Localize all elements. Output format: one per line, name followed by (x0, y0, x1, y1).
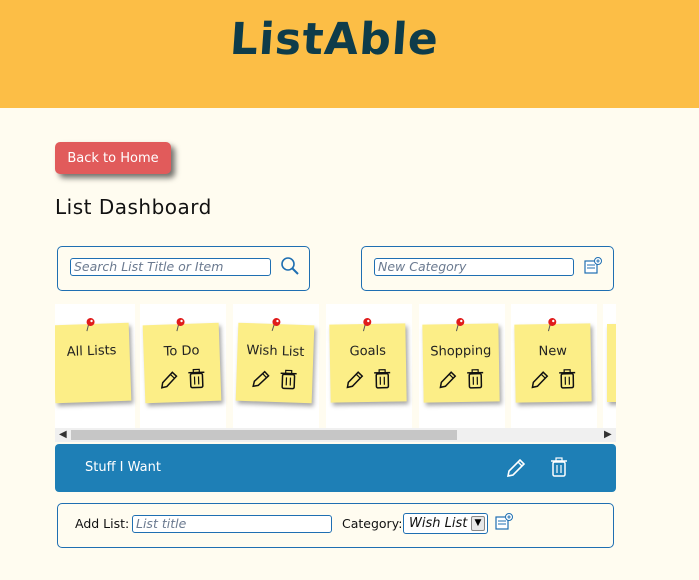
category-select-value: Wish List (409, 516, 468, 531)
edit-pencil-icon[interactable] (250, 367, 271, 390)
trash-icon[interactable] (549, 456, 569, 478)
category-actions (250, 367, 301, 391)
category-select-label: Category: (342, 516, 403, 531)
category-slot: Goals (326, 304, 412, 428)
pin-icon (362, 318, 372, 332)
add-list-label: Add List: (75, 516, 130, 531)
category-note-shopping[interactable]: Shopping (422, 318, 500, 403)
list-title: Stuff I Want (85, 460, 161, 475)
new-category-input[interactable]: New Category (374, 258, 574, 276)
chevron-down-icon[interactable]: ▼ (471, 516, 485, 531)
category-slot: New (511, 304, 597, 428)
list-title-input[interactable]: List title (132, 515, 332, 533)
trash-icon[interactable] (186, 367, 207, 390)
add-category-icon[interactable] (583, 256, 603, 276)
back-to-home-button[interactable]: Back to Home (55, 142, 171, 174)
add-list-panel: Add List: List title Category: Wish List… (57, 503, 614, 548)
edit-pencil-icon[interactable] (529, 368, 549, 390)
category-slot (603, 304, 616, 428)
add-list-icon[interactable] (494, 512, 514, 532)
category-label: All Lists (66, 343, 117, 360)
horizontal-scrollbar[interactable]: ◀ ▶ (55, 428, 616, 442)
category-slot: All Lists (55, 304, 135, 428)
category-note-new[interactable]: New (514, 318, 592, 403)
scroll-right-icon[interactable]: ▶ (604, 429, 612, 441)
category-label: Wish List (246, 342, 305, 361)
pin-icon (455, 318, 465, 332)
category-label: Goals (349, 343, 387, 360)
app-header: ListAble (0, 0, 699, 108)
trash-icon[interactable] (372, 368, 392, 390)
search-input[interactable]: Search List Title or Item (70, 258, 271, 276)
category-note-to-do[interactable]: To Do (142, 318, 222, 404)
category-actions (437, 368, 487, 391)
category-slot: Shopping (419, 304, 505, 428)
trash-icon[interactable] (465, 368, 485, 390)
trash-icon[interactable] (557, 368, 577, 390)
edit-pencil-icon[interactable] (437, 368, 457, 390)
category-note-wish-list[interactable]: Wish List (235, 318, 315, 404)
category-note-partial[interactable] (607, 324, 616, 402)
scrollbar-thumb[interactable] (71, 430, 457, 440)
new-category-panel: New Category (361, 246, 614, 291)
pin-icon (86, 318, 95, 332)
edit-pencil-icon[interactable] (505, 456, 527, 478)
category-label: To Do (163, 343, 200, 360)
pin-icon (547, 318, 557, 332)
category-slot: Wish List (233, 304, 319, 428)
search-icon[interactable] (280, 256, 300, 276)
pin-icon (271, 318, 281, 332)
edit-pencil-icon[interactable] (158, 368, 179, 391)
category-select[interactable]: Wish List ▼ (403, 513, 488, 534)
page-title: List Dashboard (55, 195, 212, 219)
category-scroller[interactable]: All Lists To Do Wish List Goals Shopping… (55, 304, 616, 442)
category-label: Shopping (430, 343, 492, 360)
pin-icon (176, 318, 185, 332)
category-actions (158, 367, 209, 391)
app-title: ListAble (228, 14, 441, 65)
category-actions (344, 368, 394, 391)
scroll-left-icon[interactable]: ◀ (59, 429, 67, 441)
list-row[interactable]: Stuff I Want (55, 444, 616, 492)
search-panel: Search List Title or Item (57, 246, 310, 291)
edit-pencil-icon[interactable] (344, 368, 364, 390)
trash-icon[interactable] (278, 368, 299, 391)
category-label: New (538, 343, 568, 360)
category-note-goals[interactable]: Goals (329, 318, 407, 403)
category-note-all-lists[interactable]: All Lists (55, 318, 132, 404)
category-actions (529, 368, 579, 391)
category-slot: To Do (140, 304, 226, 428)
